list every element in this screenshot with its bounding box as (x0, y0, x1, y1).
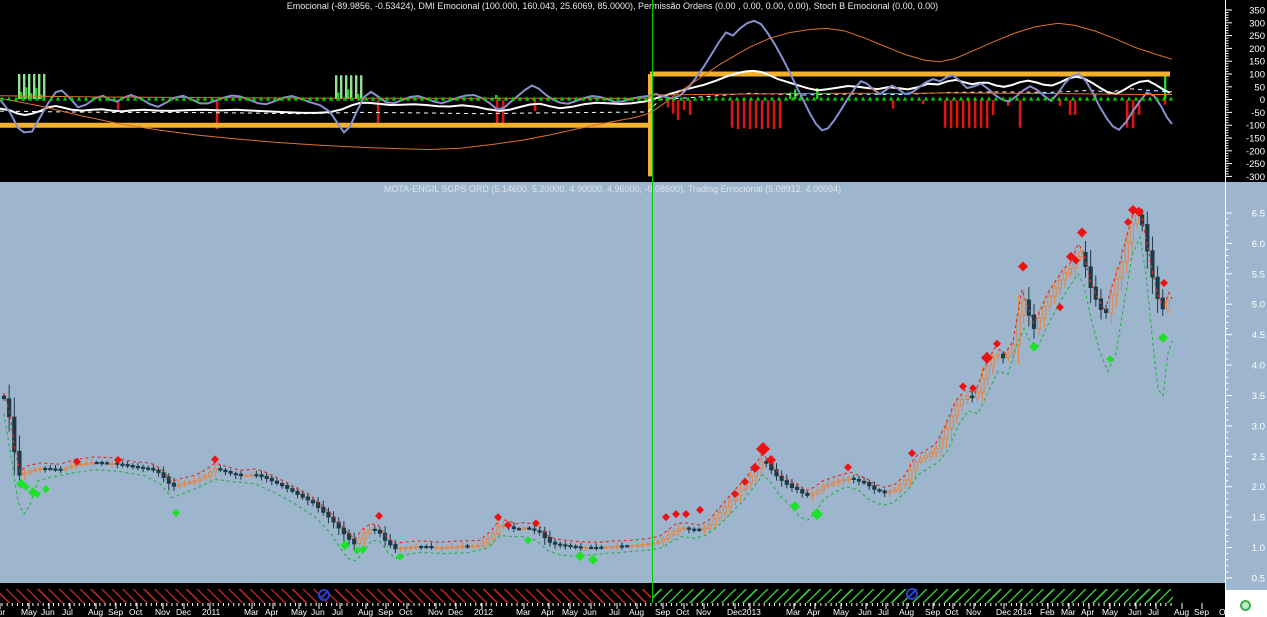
time-axis-label: Apr (541, 607, 555, 617)
svg-text:6.0: 6.0 (1252, 239, 1265, 250)
svg-text:250: 250 (1249, 31, 1265, 42)
time-axis-label: Oct (945, 607, 959, 617)
svg-text:0: 0 (1260, 95, 1265, 106)
time-axis-label: Apr (0, 607, 6, 617)
svg-text:5.0: 5.0 (1252, 300, 1265, 311)
time-axis-label: Sep (108, 607, 124, 617)
time-axis-label: 2012 (474, 607, 493, 617)
time-axis-label: Jul (332, 607, 343, 617)
svg-text:-50: -50 (1251, 108, 1265, 119)
svg-text:300: 300 (1249, 18, 1265, 29)
time-axis-label: Mar (244, 607, 259, 617)
time-axis-label: May (833, 607, 850, 617)
price-chart-svg[interactable] (0, 182, 1225, 590)
time-axis-label: Aug (88, 607, 104, 617)
svg-text:0.5: 0.5 (1252, 573, 1265, 584)
time-axis-label: Aug (899, 607, 915, 617)
svg-text:2.5: 2.5 (1252, 452, 1265, 463)
time-axis-label: May (562, 607, 579, 617)
svg-text:350: 350 (1249, 6, 1265, 17)
order-blocked-icon (906, 588, 918, 600)
time-axis-label: Jun (858, 607, 872, 617)
time-axis-label: Jun (311, 607, 325, 617)
time-axis-label: Mar (786, 607, 801, 617)
price-y-axis[interactable]: 6.5 6.0 5.5 5.0 4.5 4.0 3.5 3.0 2.5 2.0 1.5 1.0 0.5 (1225, 182, 1267, 590)
svg-text:2.0: 2.0 (1252, 482, 1265, 493)
time-axis-label: Jul (62, 607, 73, 617)
time-axis-label: May (291, 607, 308, 617)
time-axis-label: Aug (629, 607, 645, 617)
time-axis-label: Oct (676, 607, 690, 617)
time-axis-label: Feb (1040, 607, 1055, 617)
indicator-y-axis-svg: 350300 250 200 150 10050 0 -50 -100 -150-200 -250… (1225, 0, 1265, 182)
time-axis-label: Dec (176, 607, 192, 617)
svg-text:200: 200 (1249, 44, 1265, 55)
time-axis[interactable]: AprMayJunJulAugSepOctNovDec2011MarAprMay… (0, 583, 1232, 617)
time-axis-label: Nov (966, 607, 982, 617)
time-axis-label: Dec (727, 607, 743, 617)
time-axis-label: Apr (265, 607, 279, 617)
time-axis-label: Aug (1174, 607, 1190, 617)
time-axis-label: Aug (358, 607, 374, 617)
time-axis-label: Jul (609, 607, 620, 617)
time-axis-label: Oct (399, 607, 413, 617)
svg-text:4.5: 4.5 (1252, 330, 1265, 341)
svg-text:6.5: 6.5 (1252, 209, 1265, 220)
time-axis-label: Dec (996, 607, 1012, 617)
svg-text:100: 100 (1249, 70, 1265, 81)
time-axis-label: Jun (41, 607, 55, 617)
svg-text:-300: -300 (1246, 172, 1265, 182)
time-axis-label: Nov (696, 607, 712, 617)
svg-text:1.0: 1.0 (1252, 543, 1265, 554)
time-axis-label: Nov (155, 607, 171, 617)
svg-text:-100: -100 (1246, 121, 1265, 132)
time-axis-label: Mar (516, 607, 531, 617)
time-axis-label: May (21, 607, 38, 617)
svg-text:4.0: 4.0 (1252, 361, 1265, 372)
svg-text:1.5: 1.5 (1252, 513, 1265, 524)
trading-app-window: Emocional (-89.9856, -0.53424), DMI Emoc… (0, 0, 1267, 617)
price-panel[interactable]: MOTA-ENGIL SGPS ORD (5.14600, 5.20000, 4… (0, 182, 1225, 590)
time-axis-label: Jun (1128, 607, 1142, 617)
time-axis-label: Jul (1148, 607, 1159, 617)
time-axis-label: Sep (655, 607, 671, 617)
svg-text:-250: -250 (1246, 159, 1265, 170)
indicator-chart-svg[interactable] (0, 0, 1225, 182)
indicator-y-axis[interactable]: 350 300 250 200 150 100 50 0 -50 -100 -150 -200 -250… (1225, 0, 1267, 182)
svg-text:3.5: 3.5 (1252, 391, 1265, 402)
time-axis-label: Jun (583, 607, 597, 617)
svg-text:150: 150 (1249, 57, 1265, 68)
time-axis-label: Sep (925, 607, 941, 617)
time-axis-label: 2011 (202, 607, 221, 617)
svg-text:-150: -150 (1246, 134, 1265, 145)
time-axis-label: Nov (428, 607, 444, 617)
time-axis-label: Apr (807, 607, 821, 617)
order-blocked-icon (318, 589, 330, 601)
time-axis-label: Jul (878, 607, 889, 617)
indicator-panel[interactable]: Emocional (-89.9856, -0.53424), DMI Emoc… (0, 0, 1225, 182)
time-axis-label: Dec (448, 607, 464, 617)
svg-text:-200: -200 (1246, 146, 1265, 157)
svg-text:5.5: 5.5 (1252, 269, 1265, 280)
time-axis-label: Apr (1081, 607, 1095, 617)
time-axis-label: 2013 (742, 607, 761, 617)
time-axis-label: May (1102, 607, 1119, 617)
regime-change-vline (652, 0, 653, 603)
time-axis-label: 2014 (1013, 607, 1032, 617)
svg-text:3.0: 3.0 (1252, 421, 1265, 432)
svg-text:50: 50 (1254, 82, 1265, 93)
time-axis-label: Sep (1194, 607, 1210, 617)
time-axis-label: Sep (378, 607, 394, 617)
time-axis-label: Oct (129, 607, 143, 617)
price-y-axis-svg: 6.5 6.0 5.5 5.0 4.5 4.0 3.5 3.0 2.5 2.0 1.5 1.0 0.5 (1225, 182, 1265, 590)
time-axis-label: Mar (1061, 607, 1076, 617)
connection-ok-icon[interactable] (1240, 600, 1251, 611)
